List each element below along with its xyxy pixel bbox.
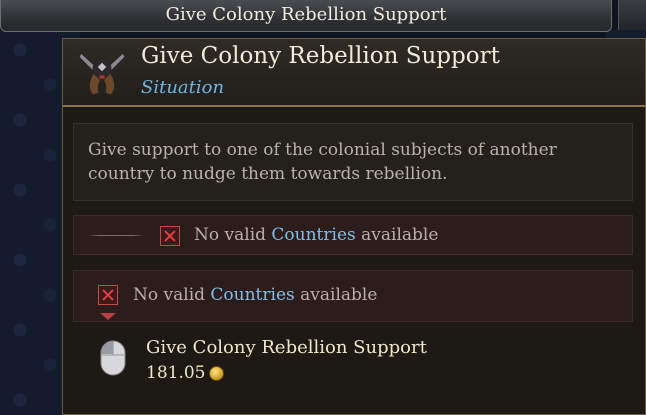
- requirement-text: No valid Countries available: [133, 285, 378, 305]
- action-cost: 181.05: [146, 363, 206, 383]
- crossed-pistols-icon: [78, 52, 126, 96]
- indent-line: [88, 235, 144, 236]
- title-bar-edge: [618, 0, 646, 30]
- mouse-left-click-icon: [100, 340, 126, 376]
- tooltip-subtitle: Situation: [141, 77, 225, 98]
- title-bar[interactable]: Give Colony Rebellion Support: [0, 0, 612, 32]
- situation-tooltip: Give Colony Rebellion Support Situation …: [62, 38, 646, 415]
- action-label: Give Colony Rebellion Support: [146, 337, 427, 358]
- tooltip-title: Give Colony Rebellion Support: [141, 43, 500, 69]
- tooltip-description: Give support to one of the colonial subj…: [73, 123, 633, 201]
- requirement-row: No valid Countries available: [73, 215, 633, 255]
- countries-link[interactable]: Countries: [210, 285, 294, 305]
- failed-check-icon: [98, 285, 118, 305]
- gold-coin-icon: [209, 366, 224, 381]
- requirement-row: No valid Countries available: [73, 270, 633, 322]
- title-bar-label: Give Colony Rebellion Support: [165, 4, 447, 25]
- tooltip-header: Give Colony Rebellion Support Situation: [63, 39, 645, 107]
- failed-check-icon: [160, 226, 180, 246]
- countries-link[interactable]: Countries: [271, 225, 355, 245]
- expand-arrow-icon: [100, 313, 116, 320]
- requirement-text: No valid Countries available: [194, 225, 439, 245]
